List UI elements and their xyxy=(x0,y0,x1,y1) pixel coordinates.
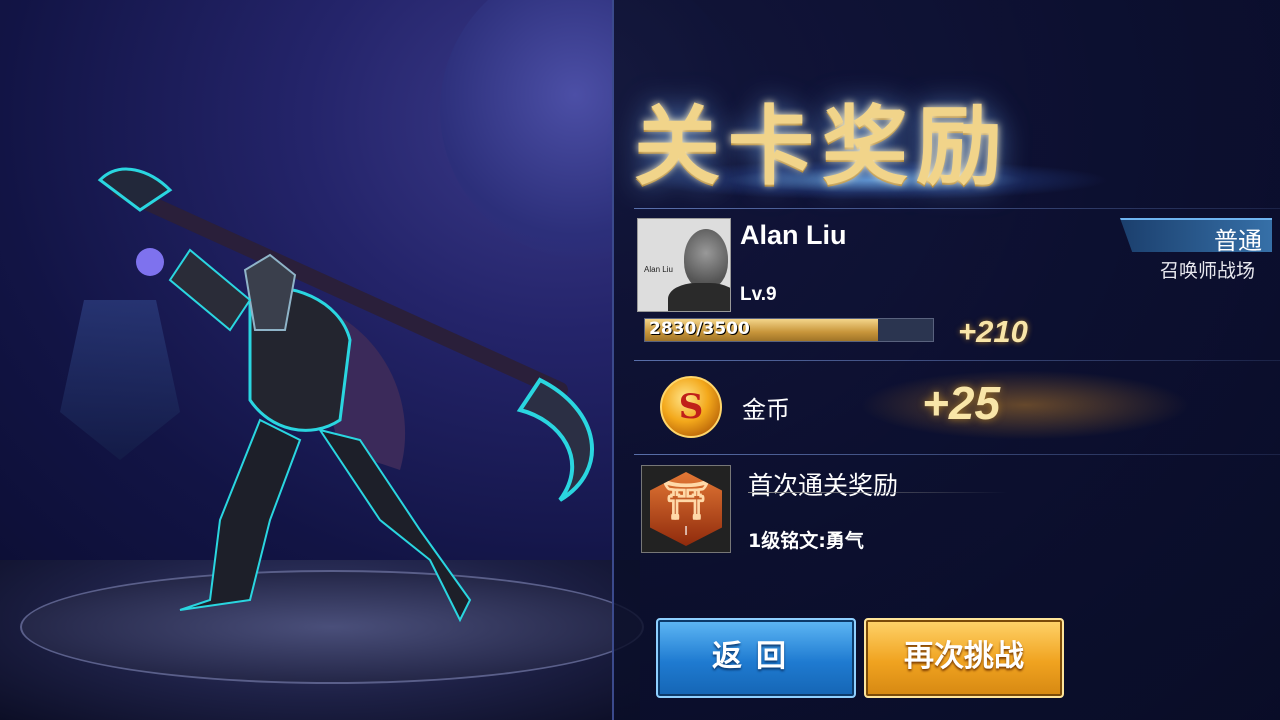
first-clear-title: 首次通关奖励 xyxy=(748,471,899,500)
divider-bottom xyxy=(634,454,1280,455)
rune-glyph: ⛩ xyxy=(661,478,711,522)
back-button[interactable]: 返回 xyxy=(656,618,856,698)
avatar-caption: Alan Liu xyxy=(644,265,673,274)
panel-edge xyxy=(612,0,614,720)
player-level: Lv.9 xyxy=(740,284,777,305)
scythe-blade xyxy=(516,377,595,502)
mode-subtitle: 召唤师战场 xyxy=(1160,260,1256,282)
xp-bar: 2830/3500 xyxy=(644,318,934,342)
gold-coin-icon: S xyxy=(660,376,722,438)
rune-numeral: I xyxy=(684,524,688,538)
first-clear-underline xyxy=(748,492,1008,493)
hero-arm xyxy=(168,248,252,332)
divider-top xyxy=(634,208,1280,209)
rune-courage-icon: ⛩ I xyxy=(641,465,731,553)
rune-hex: ⛩ I xyxy=(650,472,722,546)
player-name: Alan Liu xyxy=(740,220,847,250)
xp-text: 2830/3500 xyxy=(649,319,750,339)
avatar: Alan Liu xyxy=(637,218,731,312)
gold-label: 金币 xyxy=(742,396,790,424)
hero-leg-left xyxy=(179,418,302,611)
page-title: 关卡奖励 xyxy=(634,96,1010,197)
mode-badge: 普通 xyxy=(1120,218,1272,252)
avatar-body xyxy=(668,283,730,311)
mode-label: 普通 xyxy=(1214,227,1262,255)
coin-glyph: S xyxy=(678,387,704,427)
crystal xyxy=(136,248,164,276)
retry-button[interactable]: 再次挑战 xyxy=(864,618,1064,698)
first-clear-reward: 1级铭文:勇气 xyxy=(748,530,864,552)
xp-gain: +210 xyxy=(958,314,1028,349)
gold-glow xyxy=(860,370,1190,440)
hero-character xyxy=(97,167,595,623)
avatar-face xyxy=(684,229,728,289)
divider-mid xyxy=(634,360,1280,361)
gold-gain: +25 xyxy=(922,377,1001,429)
